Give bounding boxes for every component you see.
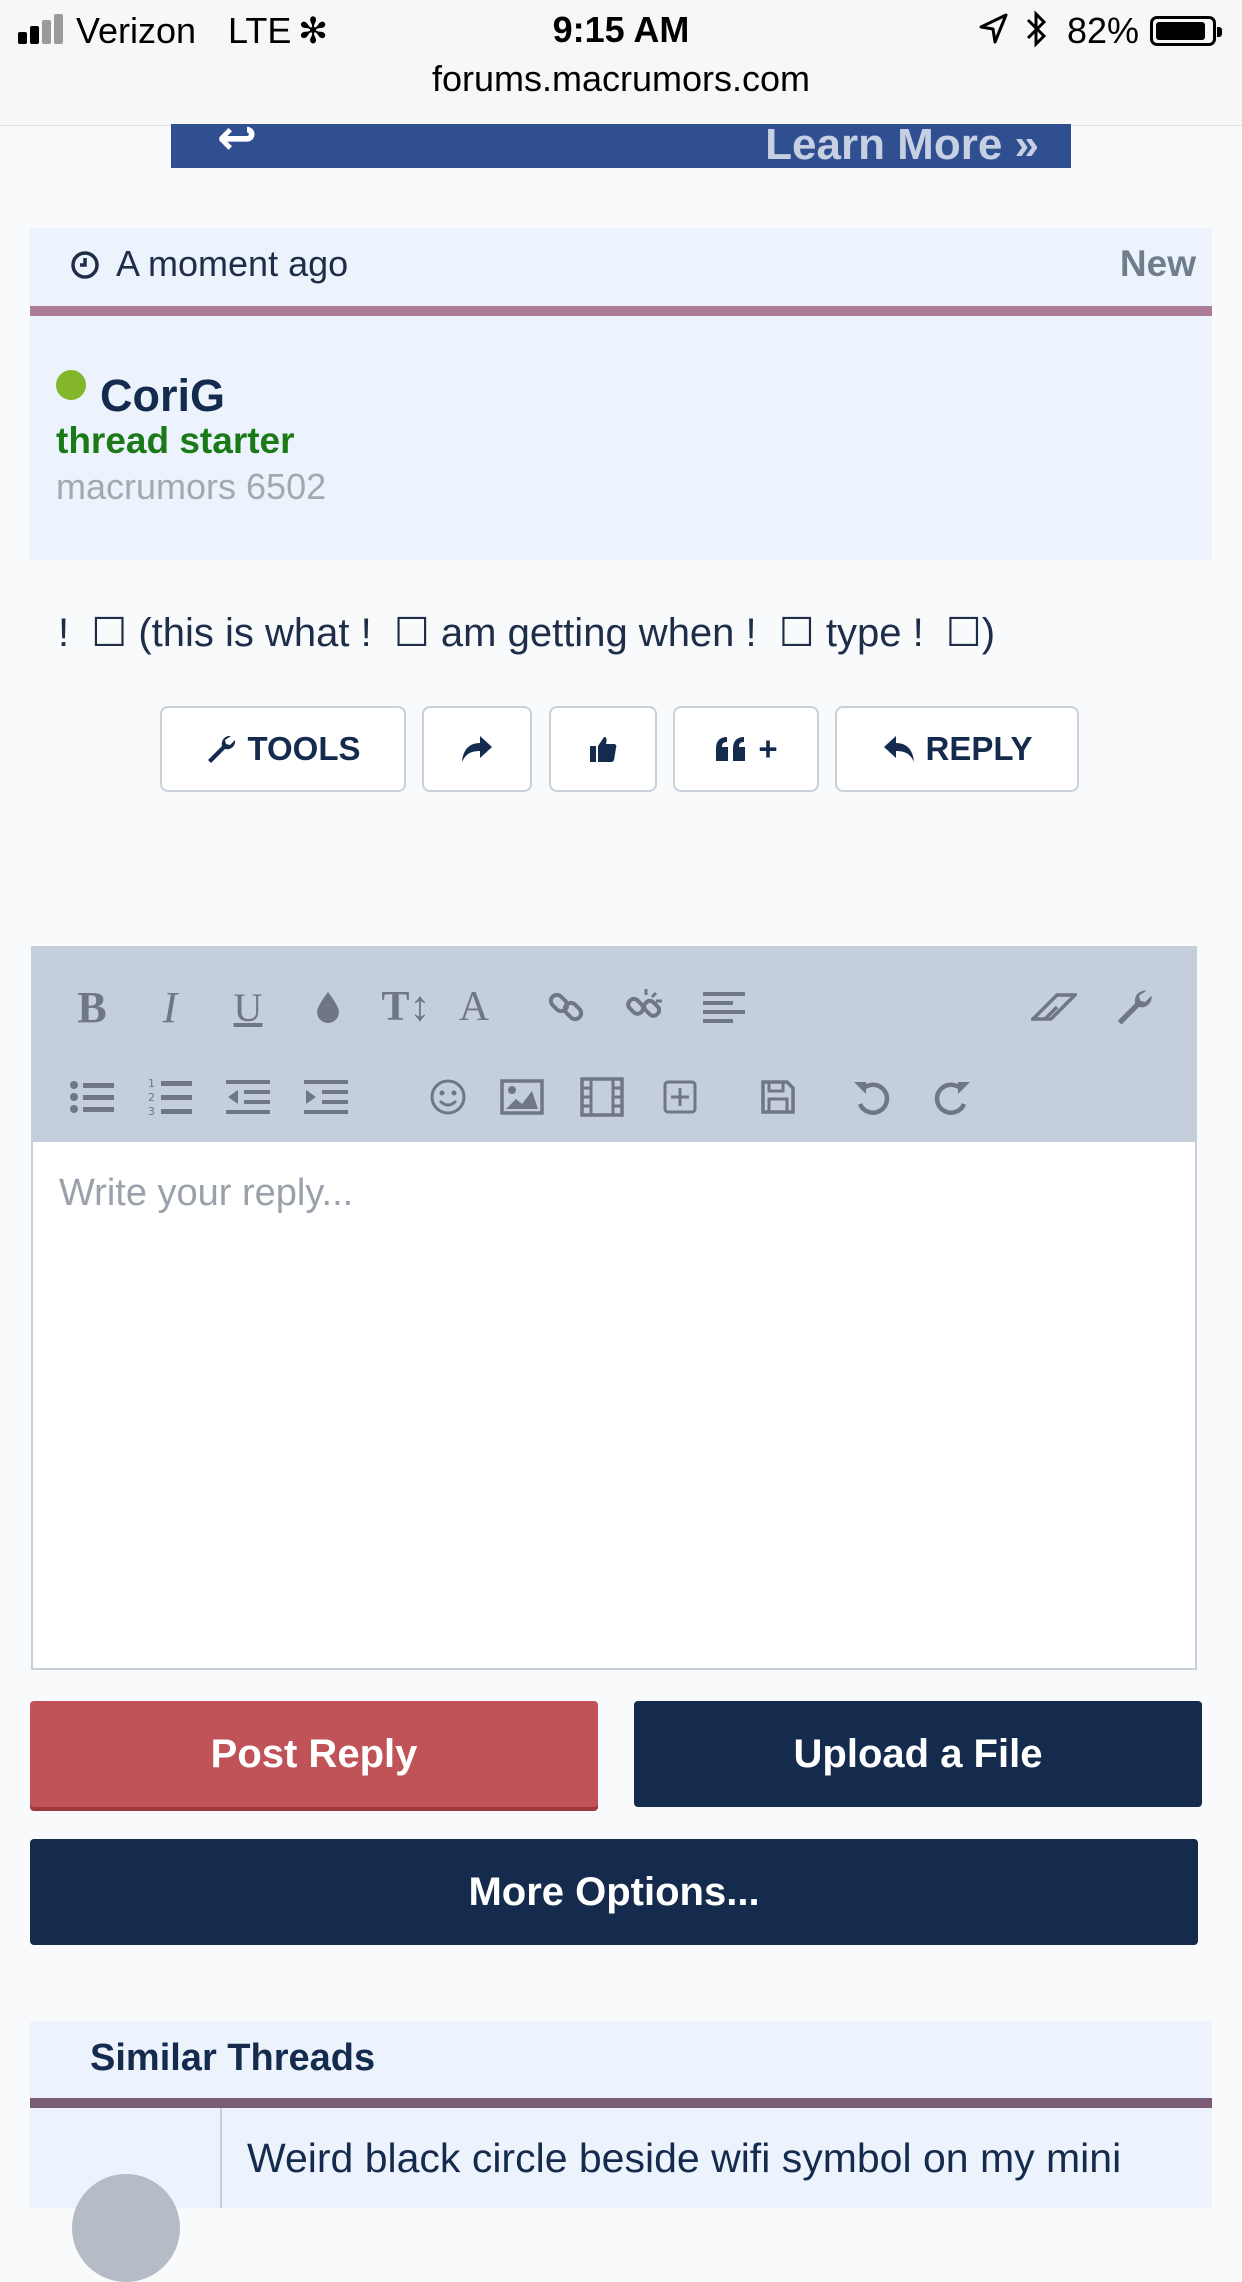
thread-title-link[interactable]: Weird black circle beside wifi symbol on… bbox=[247, 2130, 1177, 2186]
insert-icon[interactable] bbox=[653, 1070, 707, 1124]
image-icon[interactable] bbox=[495, 1070, 549, 1124]
bullet-list-icon[interactable] bbox=[65, 1070, 119, 1124]
svg-text:2: 2 bbox=[148, 1091, 155, 1104]
post-reply-button[interactable]: Post Reply bbox=[30, 1701, 598, 1807]
align-icon[interactable] bbox=[697, 980, 751, 1034]
post-header: A moment ago New bbox=[30, 228, 1212, 306]
smiley-icon[interactable] bbox=[421, 1070, 475, 1124]
numbered-list-icon[interactable]: 123 bbox=[143, 1070, 197, 1124]
quote-icon bbox=[716, 737, 746, 761]
eraser-icon[interactable] bbox=[1027, 980, 1081, 1034]
thumbs-up-icon bbox=[590, 737, 617, 762]
post-divider bbox=[30, 306, 1212, 316]
tools-button[interactable]: TOOLS bbox=[160, 706, 406, 792]
online-status-icon bbox=[56, 370, 86, 400]
bluetooth-icon bbox=[1024, 10, 1050, 57]
avatar[interactable] bbox=[72, 2174, 180, 2282]
multiquote-button[interactable]: + bbox=[673, 706, 819, 792]
editor-toolbar: B I U T↕ A 123 bbox=[31, 946, 1197, 1142]
svg-text:3: 3 bbox=[148, 1105, 155, 1118]
italic-icon[interactable]: I bbox=[143, 980, 197, 1034]
reply-arrow-icon bbox=[883, 736, 914, 762]
ad-banner[interactable]: ↩ Learn More » bbox=[171, 124, 1071, 168]
underline-icon[interactable]: U bbox=[221, 980, 275, 1034]
outdent-icon[interactable] bbox=[221, 1070, 275, 1124]
clock-icon bbox=[71, 251, 99, 279]
reply-textarea[interactable] bbox=[33, 1142, 1195, 1668]
similar-threads-divider bbox=[30, 2098, 1212, 2108]
text-color-icon[interactable] bbox=[301, 980, 355, 1034]
multiquote-label: + bbox=[758, 730, 778, 767]
save-draft-icon[interactable] bbox=[751, 1070, 805, 1124]
redo-icon[interactable] bbox=[925, 1070, 979, 1124]
bold-icon[interactable]: B bbox=[65, 980, 119, 1034]
ad-learn-more[interactable]: Learn More » bbox=[765, 124, 1039, 168]
similar-threads-title: Similar Threads bbox=[90, 2037, 376, 2079]
new-badge: New bbox=[1119, 243, 1196, 284]
font-icon[interactable]: A bbox=[447, 980, 501, 1034]
post-message: ! ☐ (this is what ! ☐ am getting when ! … bbox=[58, 611, 996, 655]
clock: 9:15 AM bbox=[552, 9, 690, 50]
share-arrow-icon bbox=[462, 736, 492, 762]
media-icon[interactable] bbox=[575, 1070, 629, 1124]
battery-percentage: 82% bbox=[1067, 10, 1140, 51]
location-arrow-icon bbox=[978, 12, 1008, 54]
tools-label: TOOLS bbox=[247, 730, 361, 767]
svg-text:1: 1 bbox=[148, 1077, 155, 1090]
reply-editor[interactable] bbox=[31, 1142, 1197, 1670]
wrench-icon bbox=[208, 735, 236, 763]
reply-label: REPLY bbox=[925, 730, 1033, 767]
upload-file-button[interactable]: Upload a File bbox=[634, 1701, 1202, 1807]
more-options-button[interactable]: More Options... bbox=[30, 1839, 1198, 1945]
author-name[interactable]: CoriG bbox=[100, 370, 225, 422]
status-bar: Verizon LTE ✻ 9:15 AM 82% forums.macrumo… bbox=[0, 0, 1242, 126]
unlink-icon[interactable] bbox=[617, 980, 671, 1034]
link-icon[interactable] bbox=[539, 980, 593, 1034]
battery-icon bbox=[1150, 16, 1222, 46]
author-rank: macrumors 6502 bbox=[56, 466, 327, 507]
like-button[interactable] bbox=[549, 706, 657, 792]
author-role: thread starter bbox=[56, 420, 295, 461]
reply-button[interactable]: REPLY bbox=[835, 706, 1079, 792]
font-size-icon[interactable]: T↕ bbox=[371, 980, 441, 1034]
wrench-icon[interactable] bbox=[1107, 980, 1161, 1034]
post-timestamp[interactable]: A moment ago bbox=[116, 243, 348, 285]
ad-arrow-icon: ↩ bbox=[217, 124, 258, 165]
indent-icon[interactable] bbox=[299, 1070, 353, 1124]
undo-icon[interactable] bbox=[845, 1070, 899, 1124]
share-button[interactable] bbox=[422, 706, 532, 792]
address-bar-url[interactable]: forums.macrumors.com bbox=[0, 58, 1242, 100]
